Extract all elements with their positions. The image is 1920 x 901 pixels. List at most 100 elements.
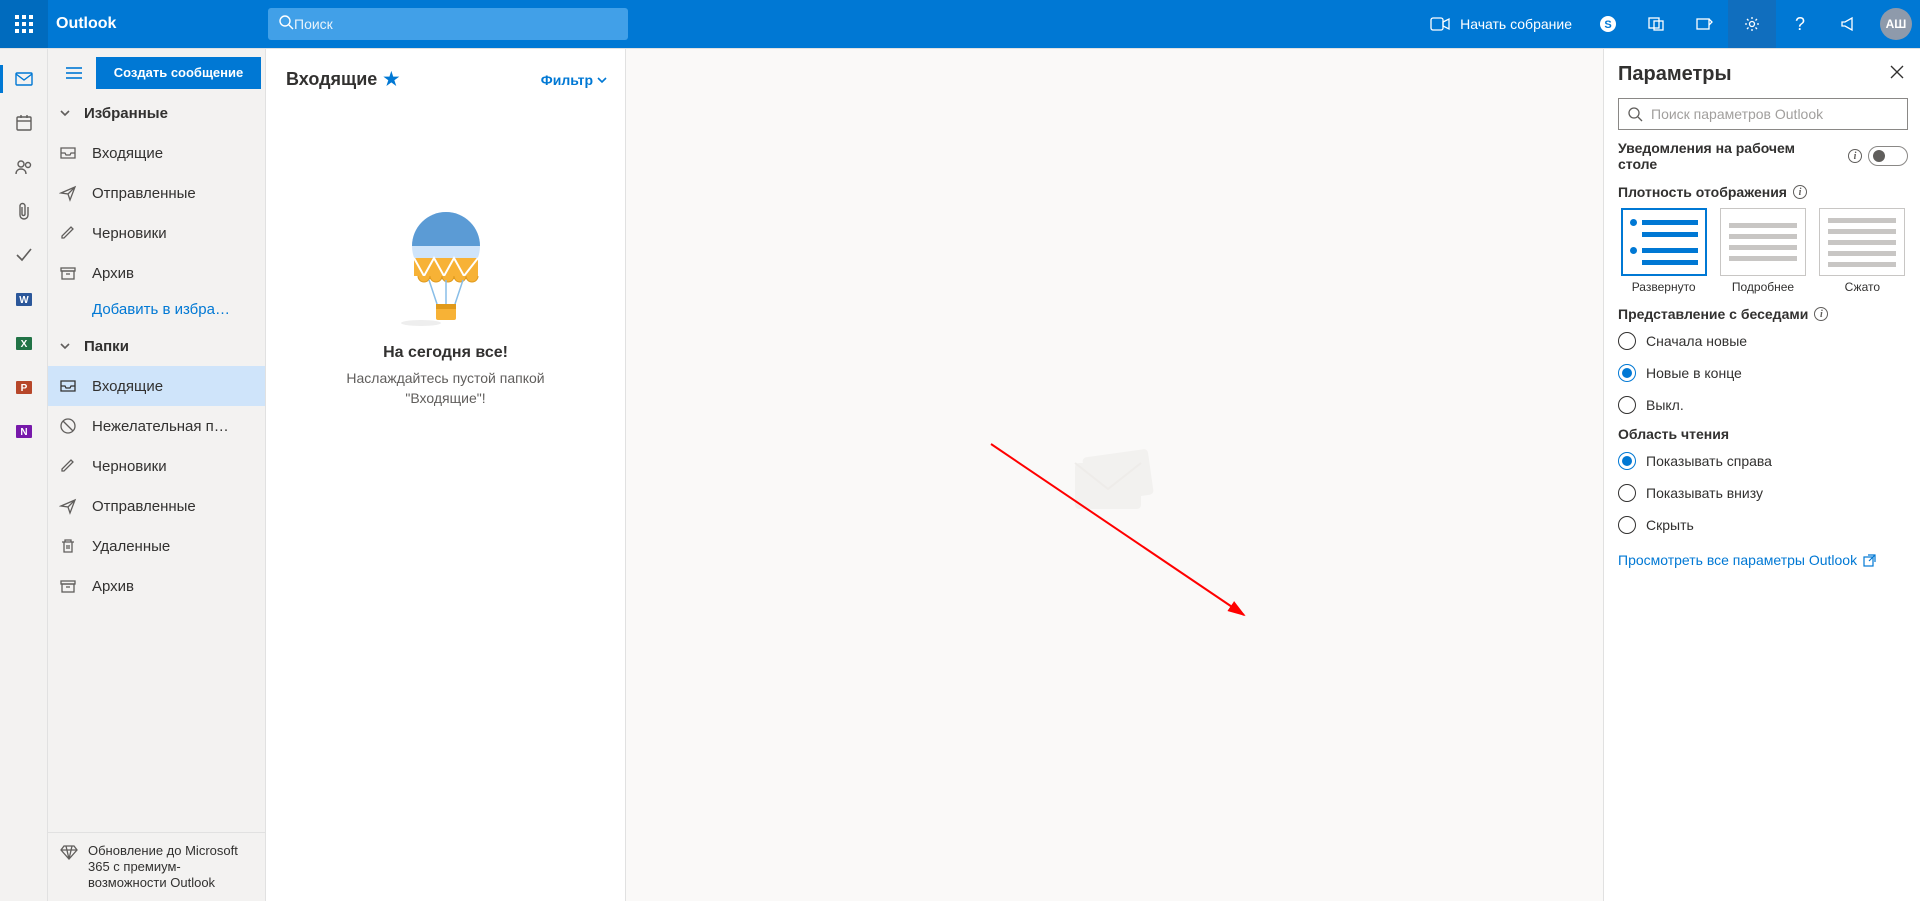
folder-draft[interactable]: Черновики <box>48 446 265 486</box>
chevron-down-icon <box>597 75 607 85</box>
svg-text:S: S <box>1604 19 1611 31</box>
radio-label: Показывать внизу <box>1646 485 1763 501</box>
start-meeting-button[interactable]: Начать собрание <box>1418 0 1584 48</box>
folder-label: Черновики <box>92 225 257 242</box>
radio-label: Сначала новые <box>1646 333 1747 349</box>
rail-powerpoint[interactable]: P <box>0 365 48 409</box>
my-day-button[interactable] <box>1680 0 1728 48</box>
svg-text:P: P <box>20 383 27 394</box>
megaphone-button[interactable] <box>1824 0 1872 48</box>
folder-draft[interactable]: Черновики <box>48 213 265 253</box>
folder-label: Архив <box>92 578 257 595</box>
rail-people[interactable] <box>0 145 48 189</box>
rail-todo[interactable] <box>0 233 48 277</box>
rail-mail[interactable] <box>0 57 48 101</box>
folder-trash[interactable]: Удаленные <box>48 526 265 566</box>
close-icon <box>1890 65 1904 79</box>
teams-chat-icon <box>1647 15 1665 33</box>
settings-search[interactable] <box>1618 98 1908 130</box>
conversation-option-0[interactable]: Сначала новые <box>1618 332 1908 350</box>
message-list: Входящие ★ Фильтр На сего <box>266 49 626 901</box>
folder-archive[interactable]: Архив <box>48 253 265 293</box>
search-input[interactable] <box>294 16 618 32</box>
close-settings-button[interactable] <box>1886 61 1908 88</box>
help-button[interactable]: ? <box>1776 0 1824 48</box>
density-title: Плотность отображения <box>1618 184 1787 200</box>
star-icon[interactable]: ★ <box>383 69 399 90</box>
info-icon[interactable]: i <box>1814 307 1828 321</box>
rail-excel[interactable]: X <box>0 321 48 365</box>
empty-title: На сегодня все! <box>383 344 508 362</box>
density-label: Развернуто <box>1632 280 1696 294</box>
folder-send[interactable]: Отправленные <box>48 173 265 213</box>
density-option-1[interactable]: Подробнее <box>1717 208 1808 294</box>
list-title: Входящие ★ <box>286 69 399 90</box>
settings-search-input[interactable] <box>1651 106 1899 122</box>
radio-icon <box>1618 452 1636 470</box>
help-icon: ? <box>1795 14 1805 35</box>
folder-junk[interactable]: Нежелательная п… <box>48 406 265 446</box>
attach-icon <box>15 201 33 221</box>
junk-icon <box>58 417 78 435</box>
reading-pane-option-0[interactable]: Показывать справа <box>1618 452 1908 470</box>
upsell-banner[interactable]: Обновление до Microsoft 365 с премиум-во… <box>48 832 265 901</box>
powerpoint-icon: P <box>14 377 34 397</box>
onenote-icon: N <box>14 421 34 441</box>
desktop-notifications-toggle[interactable] <box>1868 146 1908 166</box>
rail-word[interactable]: W <box>0 277 48 321</box>
search-box[interactable] <box>268 8 628 40</box>
reading-pane-option-2[interactable]: Скрыть <box>1618 516 1908 534</box>
folders-header[interactable]: Папки <box>48 326 265 366</box>
folders-title: Папки <box>84 338 129 355</box>
add-favorite-link[interactable]: Добавить в избра… <box>48 293 265 326</box>
rail-calendar[interactable] <box>0 101 48 145</box>
view-all-settings-link[interactable]: Просмотреть все параметры Outlook <box>1618 552 1908 568</box>
settings-button[interactable] <box>1728 0 1776 48</box>
favorites-header[interactable]: Избранные <box>48 93 265 133</box>
folder-label: Удаленные <box>92 538 257 555</box>
inbox-icon <box>58 144 78 162</box>
density-option-0[interactable]: Развернуто <box>1618 208 1709 294</box>
info-icon[interactable]: i <box>1793 185 1807 199</box>
compose-button[interactable]: Создать сообщение <box>96 57 261 89</box>
skype-button[interactable]: S <box>1584 0 1632 48</box>
conversation-option-2[interactable]: Выкл. <box>1618 396 1908 414</box>
archive-icon <box>58 264 78 282</box>
rail-files[interactable] <box>0 189 48 233</box>
avatar[interactable]: АШ <box>1880 8 1912 40</box>
search-icon <box>1627 106 1643 122</box>
app-launcher[interactable] <box>0 0 48 48</box>
conversation-option-1[interactable]: Новые в конце <box>1618 364 1908 382</box>
favorites-title: Избранные <box>84 105 168 122</box>
folder-send[interactable]: Отправленные <box>48 486 265 526</box>
folder-label: Архив <box>92 265 257 282</box>
header-right: Начать собрание S ? АШ <box>1418 0 1920 48</box>
folder-pane: Создать сообщение Избранные ВходящиеОтпр… <box>48 49 266 901</box>
folder-label: Входящие <box>92 378 257 395</box>
radio-label: Скрыть <box>1646 517 1694 533</box>
reading-pane-option-1[interactable]: Показывать внизу <box>1618 484 1908 502</box>
collapse-folders-button[interactable] <box>56 55 92 91</box>
folder-inbox[interactable]: Входящие <box>48 366 265 406</box>
send-icon <box>58 184 78 202</box>
teams-chat-button[interactable] <box>1632 0 1680 48</box>
module-rail: W X P N <box>0 49 48 901</box>
settings-panel: Параметры Уведомления на рабочем столе i… <box>1603 49 1920 901</box>
empty-state: На сегодня все! Наслаждайтесь пустой пап… <box>266 98 625 901</box>
folder-inbox[interactable]: Входящие <box>48 133 265 173</box>
filter-button[interactable]: Фильтр <box>541 72 607 88</box>
folder-label: Отправленные <box>92 498 257 515</box>
svg-text:X: X <box>20 339 27 350</box>
brand[interactable]: Outlook <box>48 15 138 33</box>
open-icon <box>1863 554 1876 567</box>
rail-onenote[interactable]: N <box>0 409 48 453</box>
folder-archive[interactable]: Архив <box>48 566 265 606</box>
info-icon[interactable]: i <box>1848 149 1862 163</box>
todo-icon <box>14 245 34 265</box>
radio-icon <box>1618 396 1636 414</box>
reading-placeholder <box>1055 423 1175 528</box>
search-wrap <box>268 8 628 40</box>
svg-text:N: N <box>20 427 27 438</box>
reading-pane-title: Область чтения <box>1618 426 1729 442</box>
density-option-2[interactable]: Сжато <box>1817 208 1908 294</box>
